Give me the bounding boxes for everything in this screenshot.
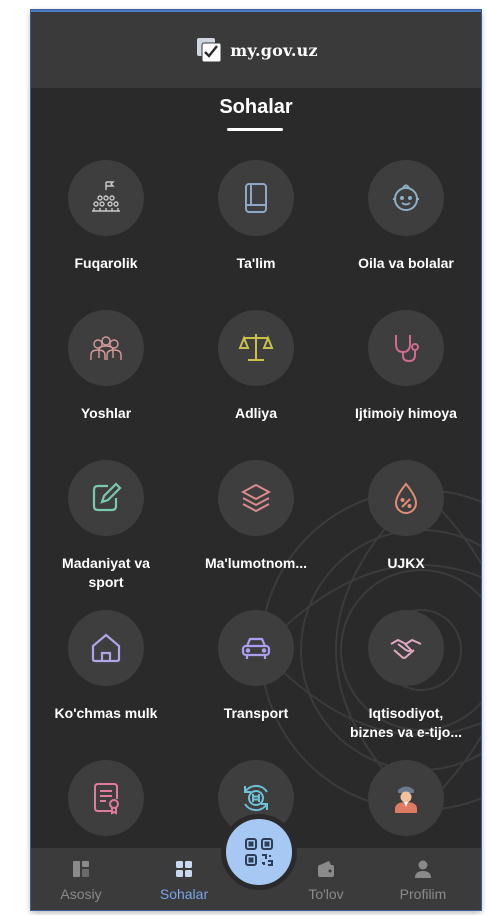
tile-label: Transport — [223, 705, 289, 721]
tile-circle — [368, 460, 444, 536]
tile-ujkx[interactable]: UJKX — [331, 460, 481, 573]
tile-circle — [68, 310, 144, 386]
tile-circle — [218, 310, 294, 386]
citizens-flag-icon — [92, 181, 120, 212]
stethoscope-icon — [395, 335, 419, 363]
car-icon — [241, 637, 271, 659]
tile-circle — [218, 610, 294, 686]
handshake-icon — [390, 638, 422, 659]
baby-face-icon — [393, 184, 419, 211]
app-header: my.gov.uz — [31, 12, 481, 88]
tile-madaniyat-va-sport[interactable]: Madaniyat va sport — [31, 460, 181, 592]
user-icon — [415, 860, 431, 878]
page-title: Sohalar — [219, 96, 293, 118]
tile-label: Ijtimoiy himoya — [355, 405, 457, 421]
grid-icon — [176, 861, 192, 877]
tile-adliya[interactable]: Adliya — [181, 310, 331, 423]
tile-circle — [368, 310, 444, 386]
app-title: my.gov.uz — [230, 40, 318, 60]
house-icon — [91, 633, 121, 663]
nav-item-profilim[interactable]: Profilim — [378, 848, 468, 910]
tile-circle — [68, 160, 144, 236]
qr-code-icon — [245, 838, 273, 866]
tile-circle — [368, 760, 444, 836]
tile-fuqarolik[interactable]: Fuqarolik — [31, 160, 181, 273]
nav-label: To'lov — [308, 886, 344, 902]
tile-circle — [218, 460, 294, 536]
scales-icon — [238, 334, 274, 361]
nav-item-sohalar[interactable]: Sohalar — [139, 848, 229, 910]
tile-label: Ma'lumotnom... — [204, 555, 308, 571]
book-icon — [245, 183, 267, 213]
tile-circle — [68, 460, 144, 536]
tile-transport[interactable]: Transport — [181, 610, 331, 723]
edit-note-icon — [92, 482, 122, 512]
water-drop-percent-icon — [394, 482, 418, 514]
tile-circle — [368, 160, 444, 236]
tile-kochmas-mulk[interactable]: Ko'chmas mulk — [31, 610, 181, 723]
certificate-icon — [94, 783, 119, 815]
officer-icon — [395, 786, 417, 813]
nav-label: Profilim — [399, 886, 447, 902]
home-dashboard-icon — [73, 861, 89, 877]
tile-oila-va-bolalar[interactable]: Oila va bolalar — [331, 160, 481, 273]
phone-screen: my.gov.uz Sohalar Fuqarolik Ta'lim Oila … — [31, 10, 481, 910]
tile-officer[interactable] — [331, 760, 481, 854]
wallet-icon — [318, 861, 334, 877]
tile-label: Madaniyat va sport — [62, 555, 150, 590]
tile-talim[interactable]: Ta'lim — [181, 160, 331, 273]
nav-label: Asosiy — [60, 886, 102, 902]
tile-circle — [68, 760, 144, 836]
tile-circle — [368, 610, 444, 686]
qr-scan-button[interactable] — [221, 814, 297, 890]
tile-iqtisodiyot[interactable]: Iqtisodiyot, biznes va e-tijo... — [331, 610, 481, 742]
nav-label: Sohalar — [159, 886, 209, 902]
tile-label: Yoshlar — [80, 405, 132, 421]
tile-yoshlar[interactable]: Yoshlar — [31, 310, 181, 423]
nav-item-asosiy[interactable]: Asosiy — [36, 848, 126, 910]
tile-label: Ko'chmas mulk — [54, 705, 158, 721]
tile-label: Oila va bolalar — [358, 255, 454, 271]
title-underline — [227, 128, 283, 131]
refresh-hash-icon — [244, 785, 268, 811]
tile-circle — [218, 160, 294, 236]
checkbox-logo-icon — [194, 35, 224, 65]
tile-label: Ta'lim — [236, 255, 276, 271]
tile-malumotnoma[interactable]: Ma'lumotnom... — [181, 460, 331, 573]
tile-label: Fuqarolik — [74, 255, 138, 271]
tile-circle — [68, 610, 144, 686]
tile-label: Iqtisodiyot, biznes va e-tijo... — [349, 705, 463, 740]
youth-group-icon — [90, 336, 122, 360]
tile-label: UJKX — [387, 555, 425, 571]
tile-label: Adliya — [234, 405, 277, 421]
tile-certificate[interactable] — [31, 760, 181, 854]
tile-ijtimoiy-himoya[interactable]: Ijtimoiy himoya — [331, 310, 481, 423]
layers-icon — [240, 483, 272, 513]
